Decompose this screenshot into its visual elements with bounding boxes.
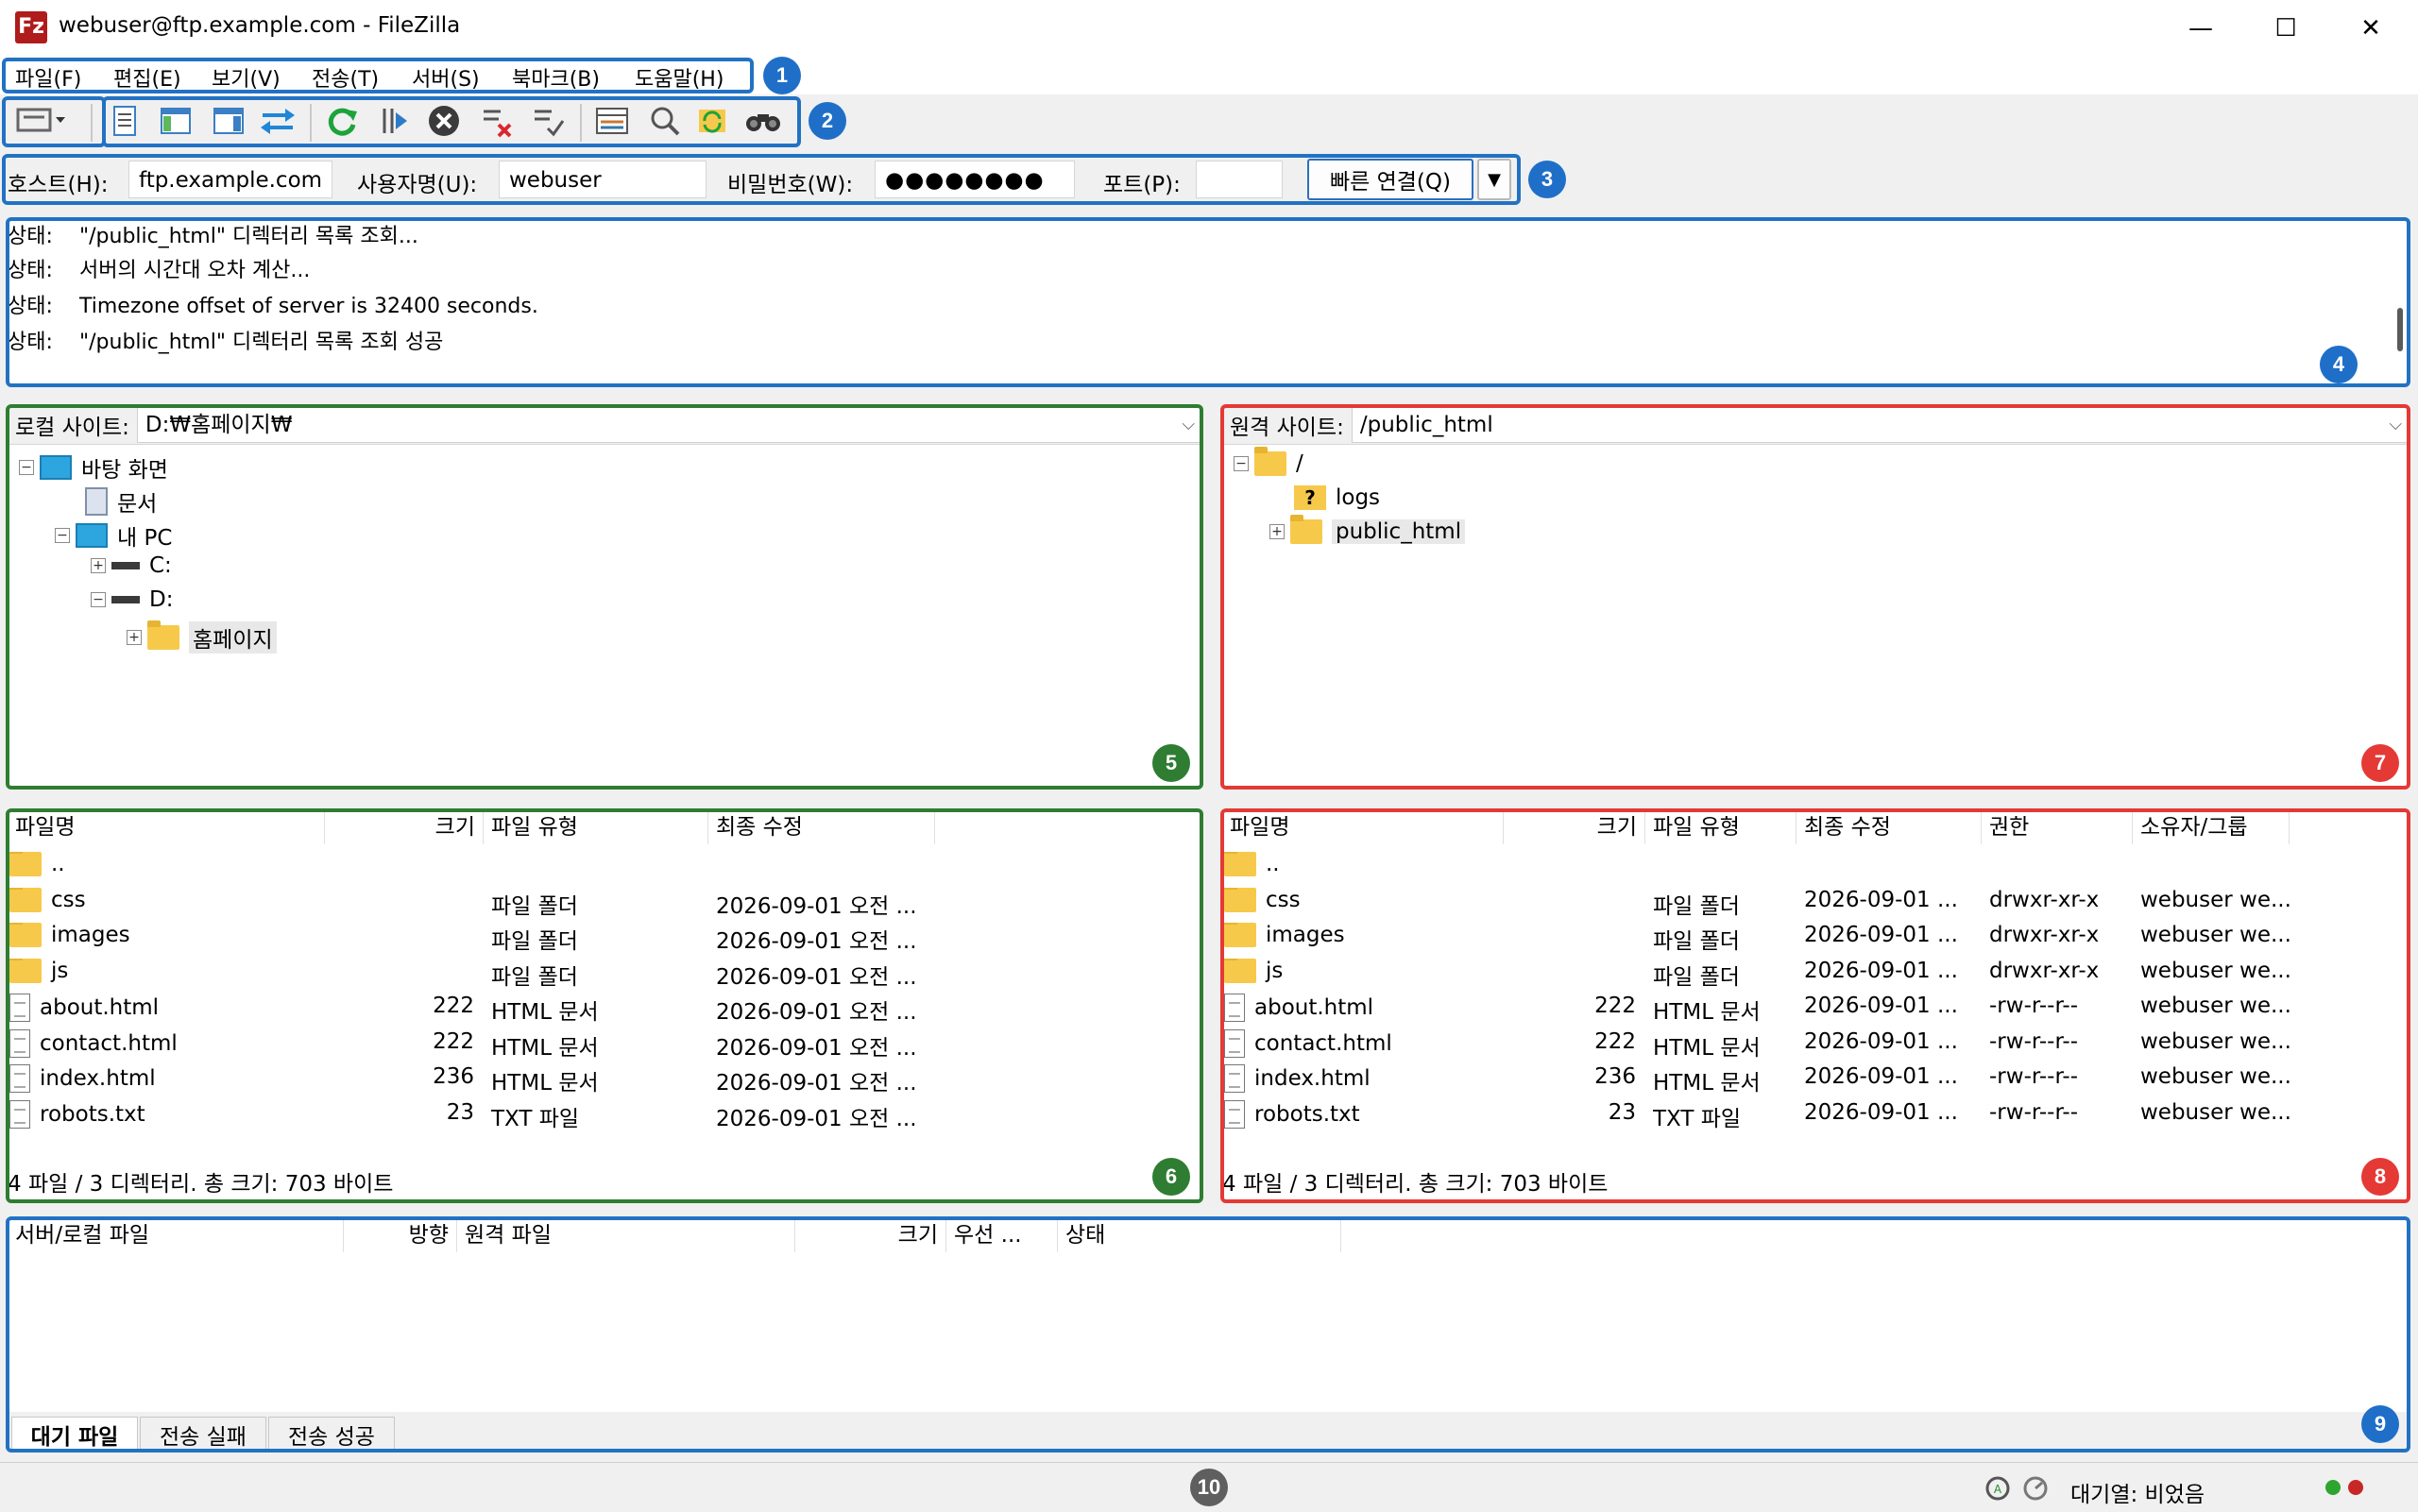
callout-box-toolbar-a: [2, 96, 106, 147]
speed-limit-icon[interactable]: [2021, 1474, 2050, 1503]
callout-badge-8: 8: [2361, 1158, 2399, 1196]
callout-badge-1: 1: [763, 57, 801, 94]
filezilla-app-icon: Fz: [15, 11, 47, 43]
server-status-icon: A: [1984, 1474, 2012, 1503]
callout-badge-5: 5: [1152, 744, 1190, 782]
callout-box-remote-files: [1220, 808, 2410, 1203]
callout-badge-9: 9: [2361, 1405, 2399, 1443]
callout-box-queue: [6, 1216, 2410, 1453]
callout-box-toolbar: [102, 96, 801, 147]
upload-indicator-icon: [2325, 1480, 2341, 1495]
callout-badge-4: 4: [2320, 346, 2358, 383]
callout-badge-3: 3: [1528, 161, 1566, 198]
callout-badge-6: 6: [1152, 1158, 1190, 1196]
status-bar: 10 A 대기열: 비었음: [0, 1462, 2418, 1512]
close-button[interactable]: ✕: [2333, 0, 2409, 57]
callout-box-local-tree: [6, 404, 1203, 790]
svg-text:A: A: [1994, 1483, 2002, 1496]
callout-box-local-files: [6, 808, 1203, 1203]
callout-box-quickconnect: [2, 154, 1521, 205]
title-bar: Fz webuser@ftp.example.com - FileZilla —…: [0, 0, 2418, 57]
callout-box-log: [6, 217, 2410, 387]
callout-badge-10: 10: [1190, 1469, 1228, 1506]
callout-badge-2: 2: [809, 102, 846, 140]
callout-box-menu: [2, 58, 754, 93]
download-indicator-icon: [2348, 1480, 2363, 1495]
queue-status-text: 대기열: 비었음: [2070, 1483, 2205, 1507]
callout-box-remote-tree: [1220, 404, 2410, 790]
maximize-button[interactable]: ☐: [2248, 0, 2324, 57]
callout-badge-7: 7: [2361, 744, 2399, 782]
window-title: webuser@ftp.example.com - FileZilla: [59, 13, 461, 38]
minimize-button[interactable]: —: [2163, 0, 2239, 57]
